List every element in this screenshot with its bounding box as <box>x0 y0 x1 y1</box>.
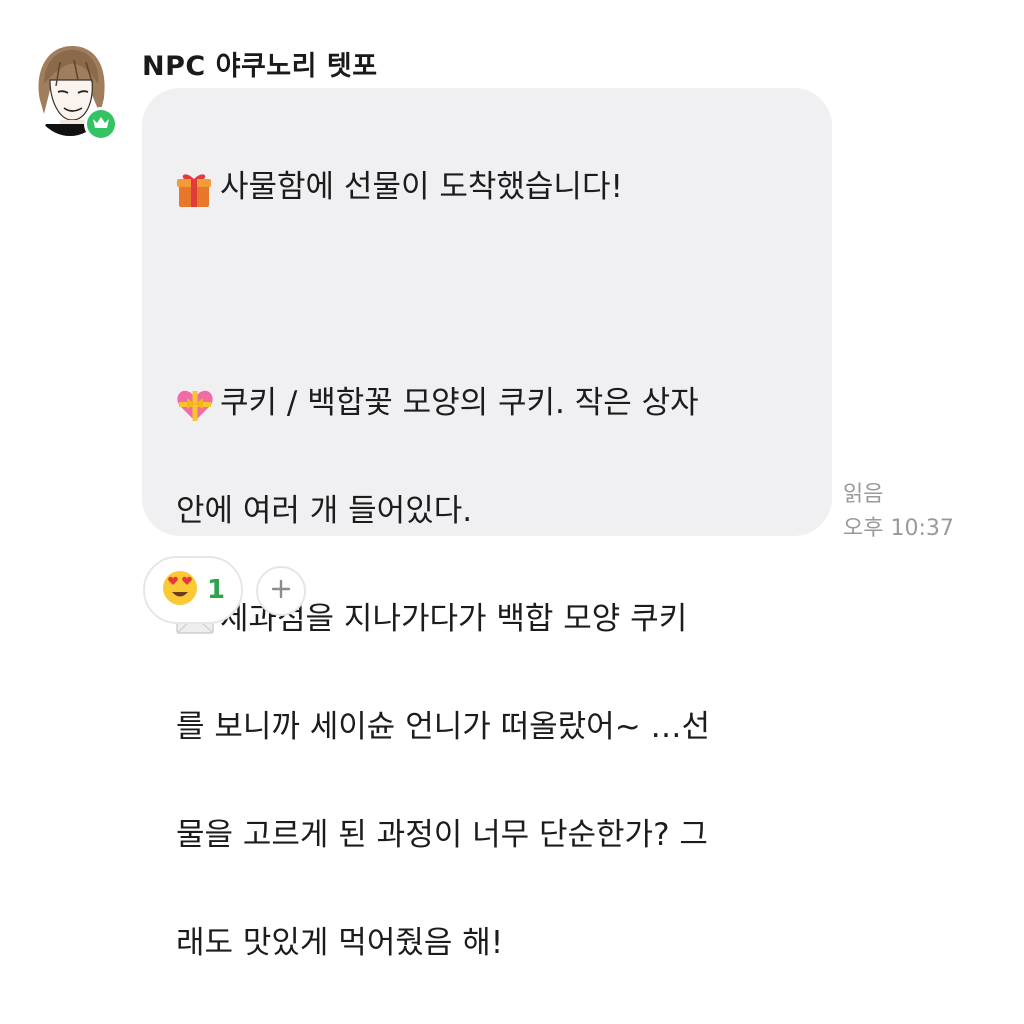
message-line-3: 쿠키 / 백합꽃 모양의 쿠키. 작은 상자 <box>176 376 816 430</box>
add-reaction-button[interactable] <box>256 566 306 616</box>
message-line-6: 를 보니까 세이슌 언니가 떠올랐어~ …선 <box>176 709 711 745</box>
message-line-text: 사물함에 선물이 도착했습니다! <box>220 169 623 205</box>
plus-icon <box>270 578 292 604</box>
reaction-chip[interactable]: 1 <box>143 556 243 624</box>
message-timestamp: 오후 10:37 <box>843 516 954 541</box>
message-line-7: 물을 고르게 된 과정이 너무 단순한가? 그 <box>176 817 708 853</box>
read-status: 읽음 <box>843 482 884 507</box>
message-text: 사물함에 선물이 도착했습니다! 쿠키 / 백합꽃 모양의 쿠키. 작은 상자 … <box>176 106 816 1024</box>
reaction-count: 1 <box>207 575 226 605</box>
message-line-8: 래도 맛있게 먹어줬음 해! <box>176 925 504 961</box>
gift-icon <box>176 169 220 209</box>
message-line-1: 사물함에 선물이 도착했습니다! <box>176 160 816 214</box>
message-line-4: 안에 여러 개 들어있다. <box>176 493 473 529</box>
crown-icon <box>92 115 110 134</box>
heart-ribbon-icon <box>176 387 220 423</box>
sender-name[interactable]: NPC 야쿠노리 텟포 <box>142 44 378 83</box>
message-line-text: 쿠키 / 백합꽃 모양의 쿠키. 작은 상자 <box>220 385 699 421</box>
heart-eyes-icon <box>161 569 199 611</box>
crown-badge <box>84 107 118 141</box>
message-line-2 <box>176 268 816 322</box>
